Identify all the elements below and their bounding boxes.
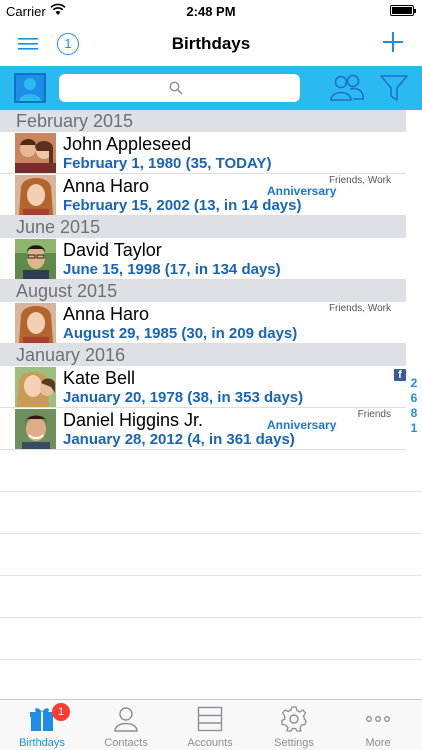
list-item[interactable]: David Taylor June 15, 1998 (17, in 134 d… — [0, 238, 406, 280]
notification-badge: 1 — [52, 703, 70, 721]
event-type: Anniversary — [267, 418, 337, 432]
section-header: June 2015 — [0, 216, 406, 238]
birthday-date: August 29, 1985 (30, in 209 days) — [63, 325, 298, 342]
birthday-list[interactable]: February 2015 John Appleseed February 1,… — [0, 110, 422, 699]
nav-bar: 1 Birthdays — [0, 22, 422, 66]
section-header: August 2015 — [0, 280, 406, 302]
search-icon — [169, 81, 183, 95]
section-index[interactable]: 2 6 8 1 — [408, 376, 420, 436]
section-header: January 2016 — [0, 344, 406, 366]
tab-label: More — [365, 737, 391, 749]
section-index-item[interactable]: 8 — [408, 406, 420, 421]
person-icon — [114, 707, 138, 732]
facebook-icon: f — [394, 369, 406, 381]
empty-rows — [0, 450, 422, 699]
avatar — [15, 409, 56, 449]
tab-label: Contacts — [104, 737, 148, 749]
list-item[interactable]: Kate Bell January 20, 1978 (38, in 353 d… — [0, 366, 406, 408]
tab-label: Settings — [274, 737, 314, 749]
tab-label: Birthdays — [19, 737, 65, 749]
birthday-date: January 20, 1978 (38, in 353 days) — [63, 389, 304, 406]
status-bar: Carrier 2:48 PM — [0, 0, 422, 22]
birthday-date: January 28, 2012 (4, in 361 days) — [63, 431, 295, 448]
clock: 2:48 PM — [186, 4, 236, 19]
birthday-date: February 1, 1980 (35, TODAY) — [63, 155, 272, 172]
avatar — [15, 303, 56, 343]
tab-birthdays[interactable]: 1 Birthdays — [0, 700, 84, 750]
contact-name: Kate Bell — [63, 368, 136, 388]
list-item[interactable]: Daniel Higgins Jr. January 28, 2012 (4, … — [0, 408, 406, 450]
list-item[interactable]: Anna Haro February 15, 2002 (13, in 14 d… — [0, 174, 406, 216]
contact-name: Daniel Higgins Jr. — [63, 410, 204, 430]
birthday-date: February 15, 2002 (13, in 14 days) — [63, 197, 302, 214]
avatar — [15, 175, 56, 215]
contact-name: Anna Haro — [63, 304, 150, 324]
gear-icon — [281, 706, 307, 732]
battery-icon — [390, 5, 416, 16]
contact-groups: Friends, Work — [328, 303, 391, 314]
avatar — [15, 133, 56, 173]
avatar — [15, 367, 56, 407]
accounts-icon — [197, 706, 223, 732]
section-index-item[interactable]: 1 — [408, 421, 420, 436]
birthday-date: June 15, 1998 (17, in 134 days) — [63, 261, 281, 278]
my-card-icon[interactable] — [14, 73, 46, 103]
toolbar — [0, 66, 422, 110]
add-icon[interactable] — [382, 31, 404, 53]
section-index-item[interactable]: 6 — [408, 391, 420, 406]
contact-name: Anna Haro — [63, 176, 150, 196]
search-field[interactable] — [59, 74, 300, 102]
contact-groups: Friends — [357, 409, 391, 420]
event-type: Anniversary — [267, 184, 337, 198]
page-title: Birthdays — [171, 34, 251, 53]
contact-name: David Taylor — [63, 240, 162, 260]
list-item[interactable]: Anna Haro August 29, 1985 (30, in 209 da… — [0, 302, 406, 344]
tab-contacts[interactable]: Contacts — [84, 700, 168, 750]
more-icon — [366, 716, 390, 722]
section-index-item[interactable]: 2 — [408, 376, 420, 391]
tab-label: Accounts — [187, 737, 233, 749]
filter-icon[interactable] — [380, 73, 408, 103]
avatar — [15, 239, 56, 279]
tab-bar: 1 Birthdays Contacts Accounts Settings M… — [0, 699, 422, 750]
tab-more[interactable]: More — [336, 700, 420, 750]
tab-settings[interactable]: Settings — [252, 700, 336, 750]
contact-name: John Appleseed — [63, 134, 192, 154]
tab-accounts[interactable]: Accounts — [168, 700, 252, 750]
groups-icon[interactable] — [329, 73, 365, 103]
contact-groups: Friends, Work — [328, 175, 391, 186]
section-header: February 2015 — [0, 110, 406, 132]
list-item[interactable]: John Appleseed February 1, 1980 (35, TOD… — [0, 132, 406, 174]
